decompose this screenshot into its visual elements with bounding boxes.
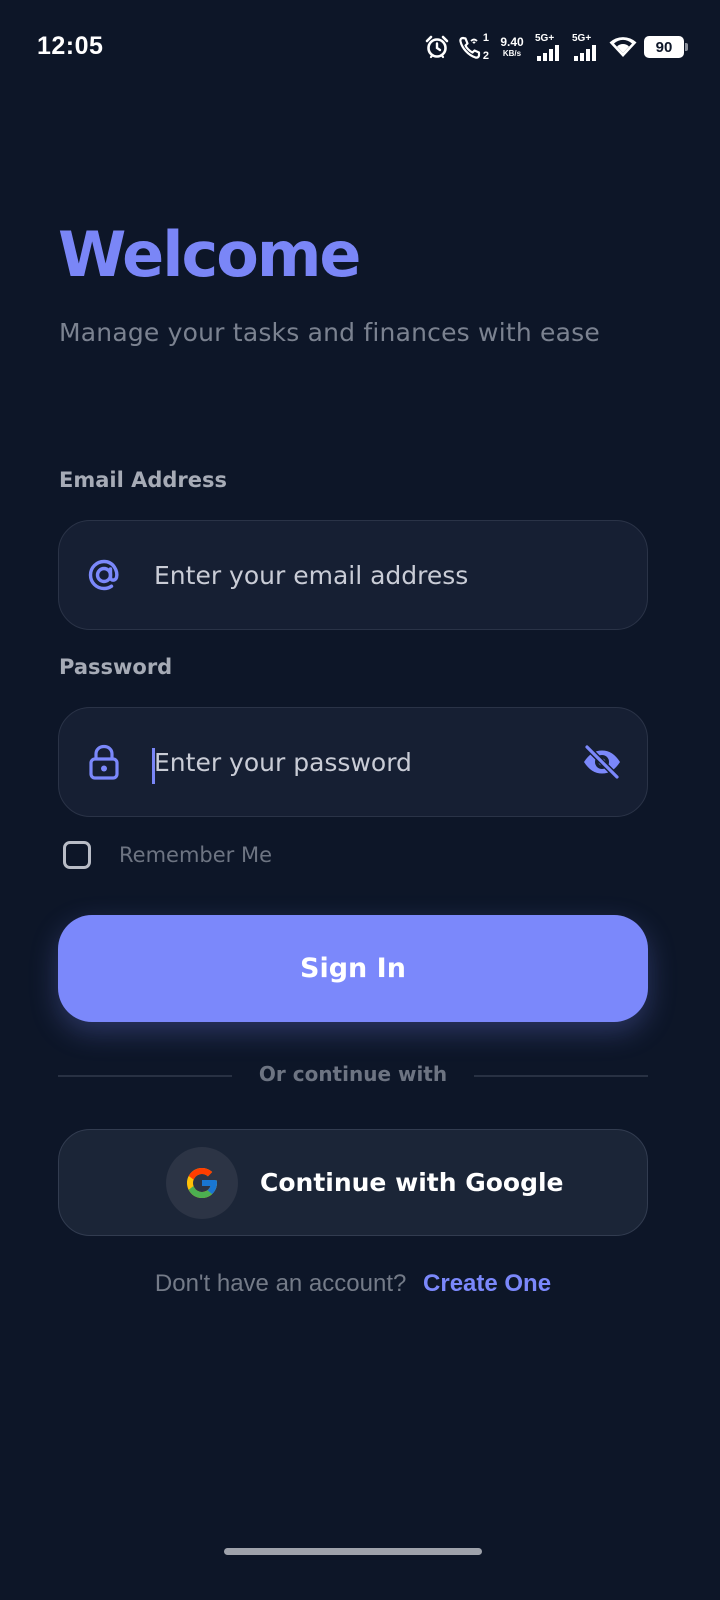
divider-line-right bbox=[474, 1075, 648, 1077]
eye-off-icon[interactable] bbox=[579, 739, 625, 785]
lock-icon bbox=[85, 743, 123, 781]
wifi-calling-icon: 1 2 bbox=[457, 32, 489, 62]
google-icon bbox=[166, 1147, 238, 1219]
network-speed-unit: KB/s bbox=[502, 49, 522, 58]
sim1-network-type: 5G+ bbox=[535, 33, 555, 44]
email-label: Email Address bbox=[59, 468, 228, 492]
at-icon bbox=[85, 556, 123, 594]
status-bar: 12:05 1 2 9.40 KB/s 5G+ 5G+ 90 bbox=[0, 0, 720, 90]
google-button-label: Continue with Google bbox=[260, 1168, 564, 1197]
signup-prompt: Don't have an account? bbox=[154, 1270, 407, 1297]
sim2-network-type: 5G+ bbox=[572, 33, 592, 44]
email-field[interactable] bbox=[58, 520, 648, 630]
divider-text: Or continue with bbox=[258, 1062, 448, 1086]
status-icons: 1 2 9.40 KB/s 5G+ 5G+ 90 bbox=[424, 30, 688, 64]
call-sim-2: 2 bbox=[482, 50, 489, 62]
battery-icon: 90 bbox=[644, 36, 688, 58]
password-input[interactable] bbox=[154, 708, 574, 816]
status-time: 12:05 bbox=[37, 32, 104, 60]
alarm-icon bbox=[424, 34, 450, 60]
page-title: Welcome bbox=[58, 218, 361, 291]
call-sim-1: 1 bbox=[482, 32, 489, 44]
password-field[interactable] bbox=[58, 707, 648, 817]
page-subtitle: Manage your tasks and finances with ease bbox=[59, 318, 600, 347]
remember-me[interactable]: Remember Me bbox=[63, 841, 272, 869]
divider-line-left bbox=[58, 1075, 232, 1077]
password-label: Password bbox=[59, 655, 173, 679]
create-account-link[interactable]: Create One bbox=[423, 1270, 551, 1297]
wifi-icon bbox=[609, 36, 637, 58]
signal-icon-sim2: 5G+ bbox=[572, 32, 602, 62]
network-speed-value: 9.40 bbox=[500, 35, 524, 49]
signup-row: Don't have an account? Create One bbox=[0, 1270, 706, 1298]
email-input[interactable] bbox=[154, 521, 574, 629]
network-speed: 9.40 KB/s bbox=[496, 36, 528, 58]
sign-in-button[interactable]: Sign In bbox=[58, 915, 648, 1022]
signal-icon: 5G+ bbox=[535, 32, 565, 62]
home-indicator[interactable] bbox=[224, 1548, 482, 1555]
remember-me-checkbox[interactable] bbox=[63, 841, 91, 869]
remember-me-label: Remember Me bbox=[119, 843, 272, 867]
google-sign-in-button[interactable]: Continue with Google bbox=[58, 1129, 648, 1236]
